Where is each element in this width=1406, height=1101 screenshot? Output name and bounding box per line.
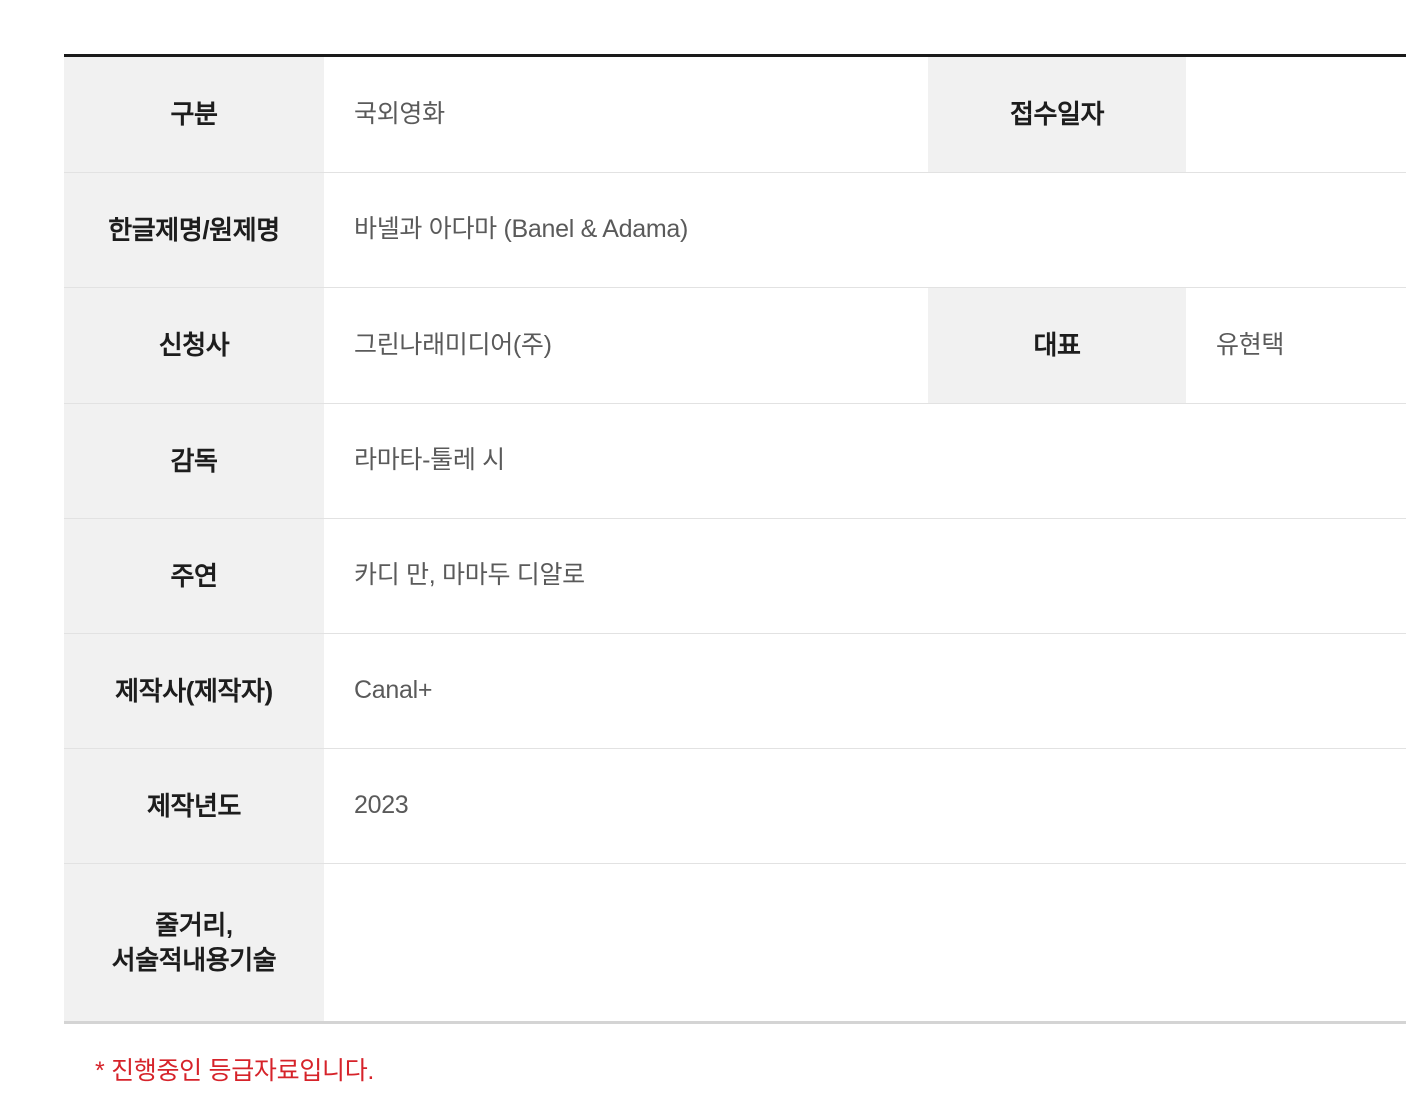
table-row: 주연 카디 만, 마마두 디알로 [64,518,1406,634]
row-label-production-company: 제작사(제작자) [64,633,324,749]
row-label-starring: 주연 [64,518,324,634]
table-row: 감독 라마타-툴레 시 [64,403,1406,519]
film-detail-table-container: 구분 국외영화 접수일자 한글제명/원제명 바넬과 아다마 (Banel & A… [64,54,1406,1024]
row-value-production-company: Canal+ [324,633,1406,749]
row-label-classification: 구분 [64,55,324,173]
row-label-synopsis: 줄거리, 서술적내용기술 [64,863,324,1023]
row-value-director: 라마타-툴레 시 [324,403,1406,519]
row-label-title: 한글제명/원제명 [64,172,324,288]
row-label-representative: 대표 [928,287,1186,404]
row-value-production-year: 2023 [324,748,1406,864]
in-progress-notice: * 진행중인 등급자료입니다. [95,1057,375,1085]
row-label-synopsis-line1: 줄거리, [155,910,233,941]
row-label-director: 감독 [64,403,324,519]
page-root: 구분 국외영화 접수일자 한글제명/원제명 바넬과 아다마 (Banel & A… [0,0,1406,1101]
film-detail-table: 구분 국외영화 접수일자 한글제명/원제명 바넬과 아다마 (Banel & A… [64,54,1406,1024]
row-value-starring: 카디 만, 마마두 디알로 [324,518,1406,634]
table-row: 구분 국외영화 접수일자 [64,55,1406,173]
row-label-synopsis-line2: 서술적내용기술 [111,944,277,975]
table-row: 제작사(제작자) Canal+ [64,633,1406,749]
table-row: 신청사 그린나래미디어(주) 대표 유현택 [64,287,1406,404]
row-label-production-year: 제작년도 [64,748,324,864]
table-row: 한글제명/원제명 바넬과 아다마 (Banel & Adama) [64,172,1406,288]
row-label-received-date: 접수일자 [928,55,1186,173]
table-row: 줄거리, 서술적내용기술 [64,863,1406,1023]
table-row: 제작년도 2023 [64,748,1406,864]
row-value-title: 바넬과 아다마 (Banel & Adama) [324,172,1406,288]
row-value-representative: 유현택 [1186,287,1406,404]
row-label-applicant: 신청사 [64,287,324,404]
row-value-synopsis [324,863,1406,1023]
row-value-applicant: 그린나래미디어(주) [324,287,928,404]
row-value-classification: 국외영화 [324,55,928,173]
row-value-received-date [1186,55,1406,173]
